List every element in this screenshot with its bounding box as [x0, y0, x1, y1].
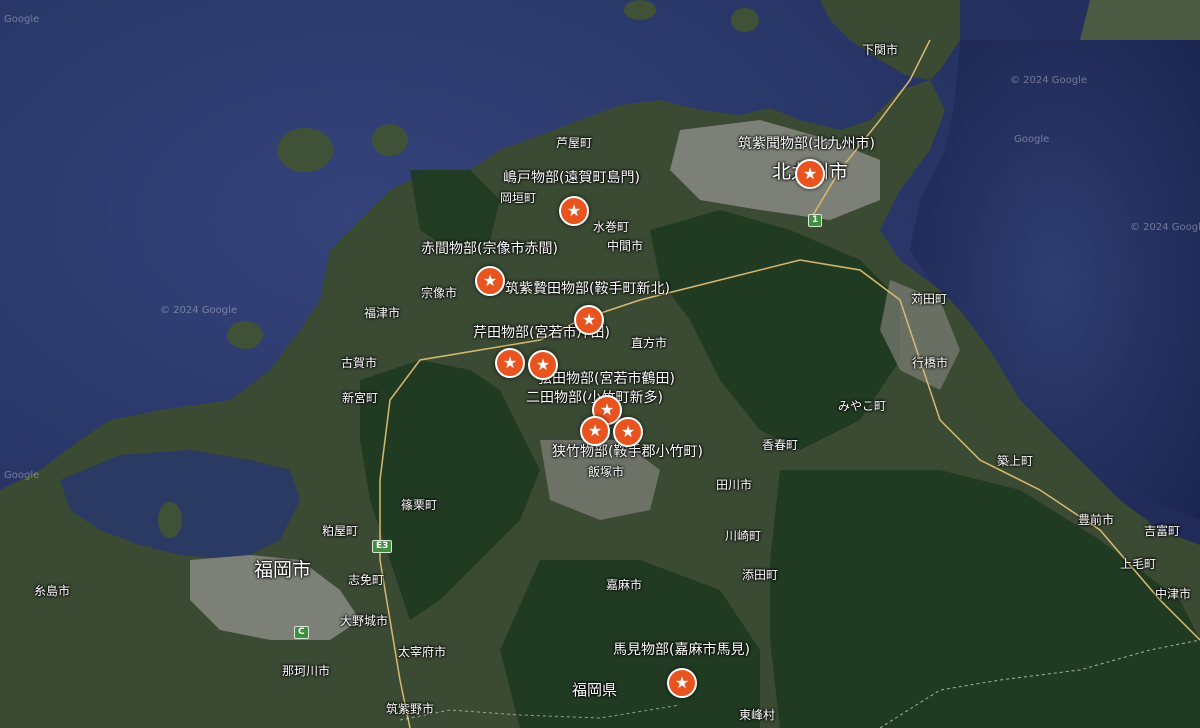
- label-chikushino: 筑紫野市: [386, 702, 435, 716]
- place-label-chikushi-kikumonobe: 筑紫聞物部(北九州市): [738, 136, 875, 152]
- label-buzen: 豊前市: [1078, 513, 1115, 527]
- label-dazaifu: 太宰府市: [398, 645, 447, 659]
- marker-star-icon[interactable]: ★: [528, 350, 558, 380]
- label-nogata: 直方市: [631, 336, 668, 350]
- label-kamige: 上毛町: [1120, 557, 1157, 571]
- road-shield-e3: E3: [372, 540, 393, 553]
- label-koga: 古賀市: [341, 356, 378, 370]
- label-shimonoseki: 下関市: [862, 43, 899, 57]
- label-fukuoka-city: 福岡市: [254, 559, 312, 581]
- label-chikujo: 築上町: [997, 454, 1034, 468]
- label-soeda: 添田町: [742, 568, 779, 582]
- label-ashiya: 芦屋町: [556, 136, 593, 150]
- label-kawara: 香春町: [762, 438, 799, 452]
- label-onojo: 大野城市: [340, 614, 389, 628]
- label-yukuhashi: 行橋市: [912, 356, 949, 370]
- label-shime: 志免町: [348, 573, 385, 587]
- island-small-2: [731, 8, 759, 32]
- marker-star-icon[interactable]: ★: [559, 196, 589, 226]
- label-shingu: 新宮町: [342, 391, 379, 405]
- place-label-tsuruta: 弦田物部(宮若市鶴田): [538, 371, 675, 387]
- label-mizumaki: 水巻町: [593, 220, 630, 234]
- marker-star-icon[interactable]: ★: [667, 668, 697, 698]
- marker-star-icon[interactable]: ★: [580, 416, 610, 446]
- label-kanda: 苅田町: [911, 292, 948, 306]
- road-shield-c: C: [294, 626, 309, 639]
- label-nakama: 中間市: [607, 239, 644, 253]
- marker-star-icon[interactable]: ★: [574, 305, 604, 335]
- label-tagawa: 田川市: [716, 478, 753, 492]
- label-munakata: 宗像市: [421, 286, 458, 300]
- island-nokonoshima: [158, 502, 182, 538]
- label-kama: 嘉麻市: [606, 578, 643, 592]
- label-fukutsu: 福津市: [364, 306, 401, 320]
- label-kasuya: 粕屋町: [322, 524, 359, 538]
- label-itoshima: 糸島市: [34, 584, 71, 598]
- watermark-copyright: © 2024 Google: [1130, 222, 1200, 233]
- label-nakatsu: 中津市: [1155, 587, 1192, 601]
- island-oshima: [277, 128, 333, 172]
- label-sasaguri: 篠栗町: [401, 498, 438, 512]
- marker-star-icon[interactable]: ★: [475, 266, 505, 296]
- label-toho: 東峰村: [739, 708, 776, 722]
- label-okagaki: 岡垣町: [500, 191, 537, 205]
- marker-star-icon[interactable]: ★: [795, 159, 825, 189]
- place-label-chikushi-nukata: 筑紫贄田物部(鞍手町新北): [505, 281, 670, 297]
- island-aishima: [227, 321, 263, 349]
- label-iizuka: 飯塚市: [588, 465, 625, 479]
- road-shield-1: 1: [808, 214, 823, 227]
- marker-star-icon[interactable]: ★: [613, 417, 643, 447]
- watermark-google: Google: [1014, 134, 1050, 145]
- label-kawasaki: 川崎町: [725, 529, 762, 543]
- watermark-google: Google: [4, 14, 40, 25]
- watermark-copyright: © 2024 Google: [160, 305, 238, 316]
- watermark-google: Google: [4, 470, 40, 481]
- place-label-mami: 馬見物部(嘉麻市馬見): [613, 642, 750, 658]
- marker-star-icon[interactable]: ★: [495, 348, 525, 378]
- watermark-copyright: © 2024 Google: [1010, 75, 1088, 86]
- label-yoshitomi: 吉富町: [1144, 524, 1181, 538]
- place-label-shimato: 嶋戸物部(遠賀町島門): [503, 170, 640, 186]
- place-label-akama: 赤間物部(宗像市赤間): [421, 241, 558, 257]
- label-nakagawa: 那珂川市: [282, 664, 331, 678]
- label-miyako: みやこ町: [838, 399, 887, 413]
- label-fukuoka-pref: 福岡県: [572, 681, 618, 699]
- island-jinoshima: [372, 124, 408, 156]
- island-small-1: [624, 0, 656, 20]
- satellite-map[interactable]: [0, 0, 1200, 728]
